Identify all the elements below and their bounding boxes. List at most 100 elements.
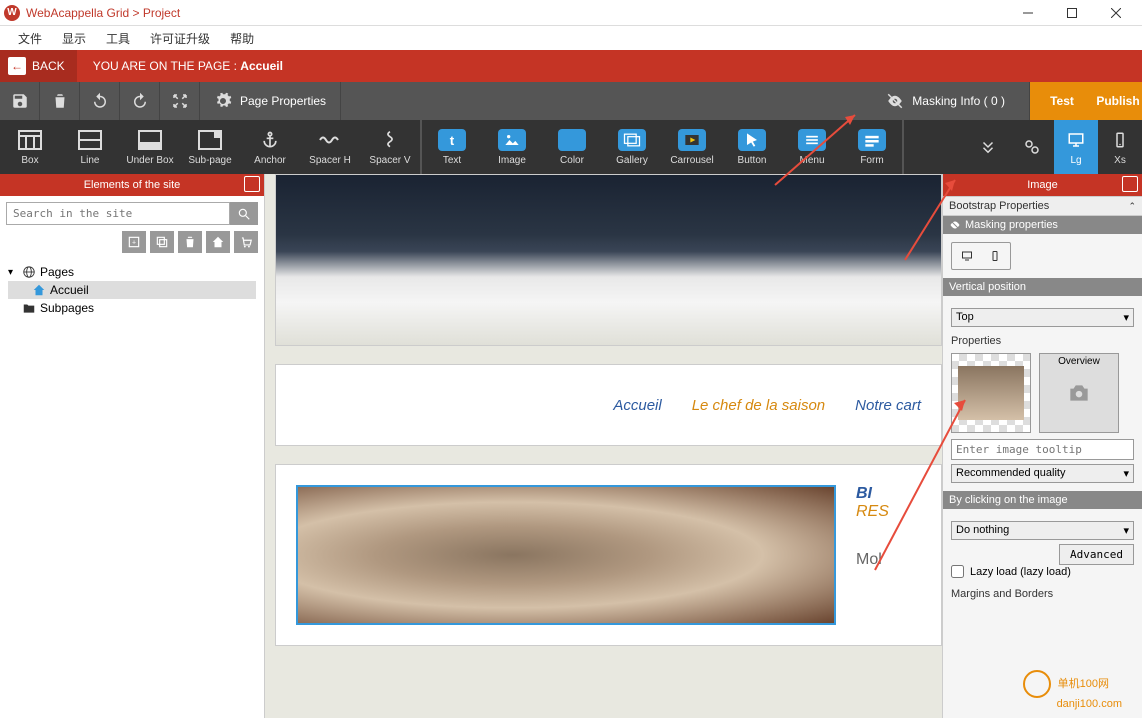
quality-select[interactable]: Recommended quality▾ [951, 464, 1134, 483]
tool-button[interactable]: Button [722, 120, 782, 174]
detach-panel-button[interactable] [244, 176, 260, 192]
page-info: YOU ARE ON THE PAGE : Accueil [77, 59, 299, 73]
globe-icon [22, 265, 36, 279]
device-desktop[interactable] [956, 247, 978, 265]
tool-spacer-v[interactable]: Spacer V [360, 120, 420, 174]
tool-line[interactable]: Line [60, 120, 120, 174]
vertical-pos-select[interactable]: Top▾ [951, 308, 1134, 327]
hero-block[interactable]: ↕50px ↕50px ↕50px [275, 174, 942, 346]
chevron-down-icon [974, 136, 1002, 158]
back-arrow-icon: ← [8, 57, 26, 75]
mobile-icon [1106, 129, 1134, 151]
publish-button[interactable]: Publish [1086, 82, 1142, 120]
tree-accueil[interactable]: Accueil [8, 281, 256, 299]
settings-button[interactable] [1010, 120, 1054, 174]
nav-chef[interactable]: Le chef de la saison [692, 397, 825, 414]
overview-thumbnail[interactable]: Overview [1039, 353, 1119, 433]
expand-down-button[interactable] [966, 120, 1010, 174]
app-icon: W [4, 5, 20, 21]
tool-gallery[interactable]: Gallery [602, 120, 662, 174]
collapse-button[interactable] [160, 82, 200, 120]
device-mobile[interactable] [984, 247, 1006, 265]
masking-section[interactable]: Masking properties [943, 216, 1142, 234]
tool-menu[interactable]: Menu [782, 120, 842, 174]
back-button[interactable]: ← BACK [0, 50, 77, 82]
properties-label: Properties [951, 335, 1134, 347]
home-button[interactable] [206, 231, 230, 253]
tool-text[interactable]: tText [422, 120, 482, 174]
tool-carrousel[interactable]: Carrousel [662, 120, 722, 174]
tree-subpages[interactable]: Subpages [8, 299, 256, 317]
trash-button[interactable] [178, 231, 202, 253]
toolbar-elements: Box Line Under Box Sub-page Anchor Space… [0, 120, 1142, 174]
canvas[interactable]: ↕50px ↕50px ↕50px Accueil Le chef de la … [265, 174, 942, 718]
tool-anchor[interactable]: Anchor [240, 120, 300, 174]
save-button[interactable] [0, 82, 40, 120]
redo-button[interactable] [120, 82, 160, 120]
tool-subpage[interactable]: Sub-page [180, 120, 240, 174]
nav-carte[interactable]: Notre cart [855, 397, 921, 414]
view-xs-button[interactable]: Xs [1098, 120, 1142, 174]
left-panel: Elements of the site + ▾ Pages Accueil [0, 174, 265, 718]
close-button[interactable] [1094, 0, 1138, 26]
click-section[interactable]: By clicking on the image [943, 491, 1142, 509]
nav-block[interactable]: Accueil Le chef de la saison Notre cart [275, 364, 942, 446]
duplicate-button[interactable] [150, 231, 174, 253]
delete-button[interactable] [40, 82, 80, 120]
image-thumbnail[interactable] [951, 353, 1031, 433]
menu-tools[interactable]: 工具 [96, 30, 140, 47]
back-label: BACK [32, 59, 65, 73]
nav-accueil[interactable]: Accueil [613, 397, 661, 414]
window-title: WebAcappella Grid > Project [26, 6, 1006, 20]
eye-off-icon [886, 92, 904, 110]
content-text: BI RES Mol [856, 485, 889, 625]
hero-image[interactable] [276, 175, 941, 345]
menu-help[interactable]: 帮助 [220, 30, 264, 47]
tool-box[interactable]: Box [0, 120, 60, 174]
anchor-icon [256, 129, 284, 151]
detach-right-panel-button[interactable] [1122, 176, 1138, 192]
gears-icon [1018, 136, 1046, 158]
toolbar-actions: Page Properties Masking Info ( 0 ) Test … [0, 82, 1142, 120]
tool-spacer-h[interactable]: Spacer H [300, 120, 360, 174]
tree-pages[interactable]: ▾ Pages [8, 263, 256, 281]
camera-icon [1064, 380, 1094, 406]
maximize-button[interactable] [1050, 0, 1094, 26]
search-button[interactable] [230, 202, 258, 225]
svg-text:+: + [132, 239, 136, 246]
tool-form[interactable]: Form [842, 120, 902, 174]
tool-color[interactable]: Color [542, 120, 602, 174]
menu-display[interactable]: 显示 [52, 30, 96, 47]
test-button[interactable]: Test [1030, 82, 1086, 120]
right-panel: Image Bootstrap Properties⌃ Masking prop… [942, 174, 1142, 718]
desktop-icon [1062, 129, 1090, 151]
tool-underbox[interactable]: Under Box [120, 120, 180, 174]
masking-info-button[interactable]: Masking Info ( 0 ) [862, 82, 1030, 120]
content-block[interactable]: BI RES Mol [275, 464, 942, 646]
add-page-button[interactable]: + [122, 231, 146, 253]
click-action-select[interactable]: Do nothing▾ [951, 521, 1134, 540]
menu-license[interactable]: 许可证升级 [140, 30, 220, 47]
vertical-pos-section[interactable]: Vertical position [943, 278, 1142, 296]
menubar: 文件 显示 工具 许可证升级 帮助 [0, 26, 1142, 50]
device-toggle [951, 242, 1011, 270]
selected-image[interactable] [296, 485, 836, 625]
tool-image[interactable]: Image [482, 120, 542, 174]
bootstrap-section[interactable]: Bootstrap Properties⌃ [943, 196, 1142, 216]
spacing-ruler: ↕50px ↕50px ↕50px [941, 175, 942, 345]
advanced-button[interactable]: Advanced [1059, 544, 1134, 565]
eye-off-icon [949, 219, 961, 231]
folder-icon [22, 301, 36, 315]
right-panel-header: Image [943, 174, 1142, 196]
menu-file[interactable]: 文件 [8, 30, 52, 47]
page-properties-button[interactable]: Page Properties [200, 82, 341, 120]
view-lg-button[interactable]: Lg [1054, 120, 1098, 174]
search-input[interactable] [6, 202, 230, 225]
page-tree: ▾ Pages Accueil Subpages [0, 259, 264, 321]
cart-button[interactable] [234, 231, 258, 253]
tooltip-input[interactable] [951, 439, 1134, 460]
margins-label: Margins and Borders [951, 588, 1134, 600]
minimize-button[interactable] [1006, 0, 1050, 26]
lazy-load-checkbox[interactable] [951, 565, 964, 578]
undo-button[interactable] [80, 82, 120, 120]
